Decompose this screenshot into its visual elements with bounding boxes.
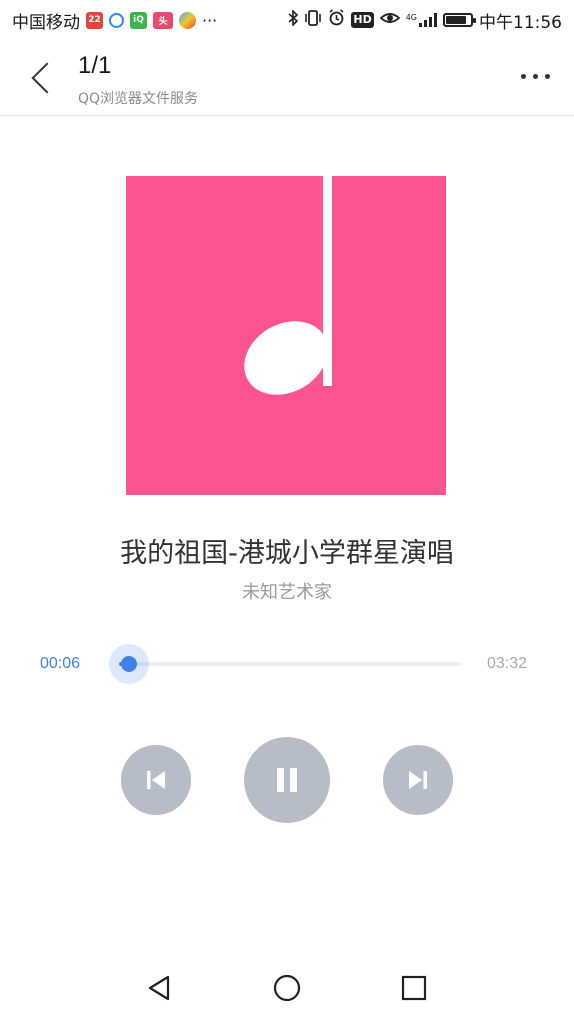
- app-header: 1/1 QQ浏览器文件服务: [0, 40, 574, 116]
- track-title: 我的祖国-港城小学群星演唱: [120, 538, 454, 569]
- vibrate-icon: [304, 9, 322, 31]
- alarm-icon: [328, 9, 345, 31]
- signal-4g-icon: 4G: [406, 13, 437, 27]
- nav-home-button[interactable]: [269, 970, 305, 1006]
- pause-icon: [277, 768, 297, 792]
- previous-track-button[interactable]: [121, 745, 191, 815]
- skip-next-icon: [409, 771, 427, 789]
- browser-app-icon: [109, 12, 124, 28]
- network-type: 4G: [405, 13, 417, 22]
- system-navigation-bar: [0, 950, 574, 1020]
- next-track-button[interactable]: [383, 745, 453, 815]
- page-title: 1/1: [78, 52, 112, 79]
- chevron-left-icon: [31, 62, 63, 94]
- music-note-icon: [244, 176, 332, 395]
- current-time: 00:06: [40, 655, 81, 672]
- more-options-button[interactable]: [521, 68, 550, 84]
- carrier-name: 中国移动: [12, 12, 80, 33]
- status-left: 中国移动 22 iQ 头 ···: [12, 8, 217, 33]
- bluetooth-icon: [288, 9, 299, 30]
- total-time: 03:32: [487, 655, 528, 672]
- battery-level: [446, 16, 467, 24]
- progress-bar[interactable]: [119, 662, 460, 666]
- progress-knob[interactable]: [120, 656, 137, 672]
- back-button[interactable]: [22, 56, 63, 100]
- status-right: HD 4G 中午11:56: [288, 8, 562, 33]
- nav-back-button[interactable]: [141, 970, 177, 1006]
- circle-home-icon: [273, 974, 301, 1002]
- clock: 中午11:56: [479, 12, 562, 33]
- nav-recents-button[interactable]: [396, 970, 432, 1006]
- overflow-dots: ···: [202, 10, 218, 30]
- square-recents-icon: [401, 975, 427, 1001]
- hd-icon: HD: [351, 12, 374, 28]
- album-art: [126, 176, 446, 495]
- track-artist: 未知艺术家: [242, 582, 332, 603]
- more-dots-icon: [521, 73, 526, 79]
- triangle-back-icon: [148, 975, 170, 1001]
- notification-app-red-icon: 22: [86, 11, 103, 29]
- status-bar: 中国移动 22 iQ 头 ··· HD 4G 中午11:56: [0, 0, 574, 40]
- signal-bars: [419, 13, 437, 27]
- page-subtitle: QQ浏览器文件服务: [78, 91, 199, 107]
- video-app-icon: [179, 11, 196, 29]
- battery-icon: [443, 13, 476, 27]
- toutiao-app-icon: 头: [153, 11, 173, 29]
- iqiyi-app-icon: iQ: [130, 11, 147, 29]
- pause-button[interactable]: [244, 737, 330, 823]
- eye-care-icon: [379, 10, 401, 31]
- skip-previous-icon: [147, 771, 165, 789]
